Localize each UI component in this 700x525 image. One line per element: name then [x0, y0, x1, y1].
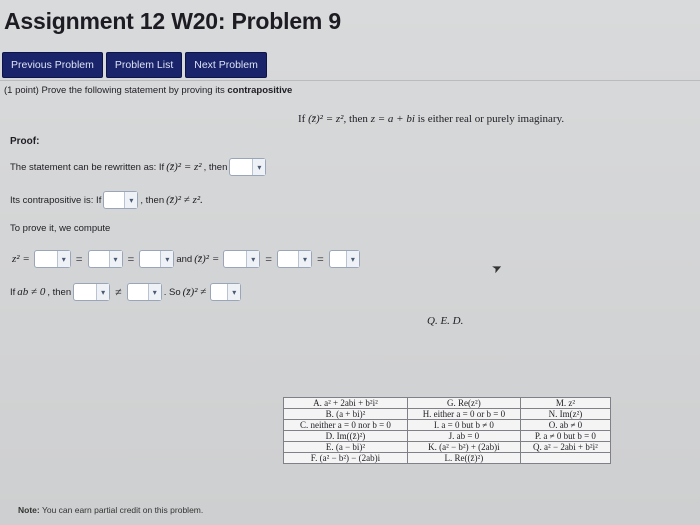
statement-then: then [348, 113, 368, 125]
chevron-down-icon: ▾ [124, 192, 138, 208]
not-equal-sign: ≠ [115, 284, 122, 299]
equals-sign: = [317, 251, 324, 266]
answer-choices-table: A. a² + 2abi + b²i² G. Re(z²) M. z² B. (a +… [283, 397, 612, 464]
problem-statement: If (z̄)² = z², then z = a + bi is either… [298, 113, 564, 125]
note-text: You can earn partial credit on this prob… [41, 505, 204, 515]
chevron-down-icon: ▾ [227, 284, 241, 300]
conclusion-then: , then [47, 286, 72, 298]
contrapositive-text: Its contrapositive is: If [10, 194, 102, 206]
choices-row: D. Im((z̄)²) J. ab = 0 P. a ≠ 0 but b = 0 [283, 430, 612, 442]
choice-cell: E. (a − bi)² [283, 441, 408, 453]
answer-dropdown-11[interactable]: ▾ [210, 283, 242, 301]
answer-dropdown-9[interactable]: ▾ [73, 283, 111, 301]
problem-list-button[interactable]: Problem List [105, 52, 183, 78]
answer-dropdown-2[interactable]: ▾ [103, 191, 139, 209]
choice-cell: K. (a² − b²) + (2ab)i [406, 441, 521, 453]
equals-sign: = [75, 251, 83, 266]
choice-cell: A. a² + 2abi + b²i² [283, 397, 408, 409]
choice-cell: L. Re((z̄)²) [406, 452, 521, 464]
choice-cell: C. neither a = 0 nor b = 0 [283, 419, 408, 431]
statement-rest: is either real or purely imaginary. [417, 113, 565, 125]
proof-heading: Proof: [10, 136, 40, 147]
proof-line-contrapositive: Its contrapositive is: If ▾ , then (z̄)²… [10, 191, 205, 209]
proof-line-compute: To prove it, we compute [10, 223, 110, 234]
choice-cell: H. either a = 0 or b = 0 [406, 408, 521, 420]
compute-text: To prove it, we compute [10, 223, 111, 234]
chevron-down-icon: ▾ [108, 251, 122, 267]
so-text: . So [163, 286, 181, 298]
mouse-cursor-icon: ➤ [489, 259, 505, 277]
chevron-down-icon: ▾ [96, 284, 110, 300]
chevron-down-icon: ▾ [345, 251, 359, 267]
points-text: (1 point) Prove the following statement … [4, 85, 225, 96]
choice-cell: I. a = 0 but b ≠ 0 [406, 419, 521, 431]
choices-row: A. a² + 2abi + b²i² G. Re(z²) M. z² [283, 397, 612, 409]
equals-sign: = [127, 251, 135, 266]
previous-problem-button[interactable]: Previous Problem [2, 52, 103, 78]
choice-cell: P. a ≠ 0 but b = 0 [519, 430, 612, 442]
choices-row: E. (a − bi)² K. (a² − b²) + (2ab)i Q. a² −… [283, 441, 612, 453]
choice-cell: J. ab = 0 [406, 430, 521, 442]
choice-cell: Q. a² − 2abi + b²i² [519, 441, 612, 453]
answer-dropdown-10[interactable]: ▾ [126, 283, 162, 301]
contrapositive-then: , then [140, 194, 165, 206]
contrapositive-equation: (z̄)² ≠ z². [166, 194, 203, 206]
answer-dropdown-5[interactable]: ▾ [139, 250, 175, 268]
ab-not-zero: ab ≠ 0 [17, 286, 46, 298]
choice-cell: N. Im(z²) [519, 408, 612, 420]
so-zbar-squared: (z̄)² ≠ [182, 286, 207, 298]
method-text: contrapositive [227, 85, 293, 96]
rewrite-equation: (z̄)² = z² [166, 161, 202, 173]
z-squared-label: z² = [12, 253, 30, 265]
choices-row: C. neither a = 0 nor b = 0 I. a = 0 but b… [283, 419, 612, 431]
choice-cell: O. ab ≠ 0 [519, 419, 612, 431]
answer-dropdown-6[interactable]: ▾ [223, 250, 261, 268]
statement-z: z = a + bi [370, 113, 415, 125]
statement-equation: (z̄)² = z², [308, 113, 347, 125]
answer-dropdown-1[interactable]: ▾ [229, 158, 267, 176]
chevron-down-icon: ▾ [160, 251, 174, 267]
statement-if: If [298, 113, 306, 125]
answer-dropdown-7[interactable]: ▾ [277, 250, 313, 268]
answer-dropdown-8[interactable]: ▾ [328, 250, 360, 268]
chevron-down-icon: ▾ [147, 284, 161, 300]
rewrite-then: , then [203, 161, 228, 173]
and-text: and [176, 253, 193, 265]
proof-line-conclusion: If ab ≠ 0 , then ▾ ≠ ▾ . So (z̄)² ≠ ▾ [10, 283, 243, 301]
answer-dropdown-4[interactable]: ▾ [87, 250, 123, 268]
note-label: Note: [18, 505, 40, 515]
choice-cell: B. (a + bi)² [283, 408, 408, 420]
answer-dropdown-3[interactable]: ▾ [33, 250, 71, 268]
choice-cell: G. Re(z²) [406, 397, 521, 409]
choices-row: B. (a + bi)² H. either a = 0 or b = 0 N. I… [283, 408, 612, 420]
rewrite-text: The statement can be rewritten as: If [10, 161, 165, 173]
equals-sign: = [265, 251, 273, 266]
choice-cell: M. z² [519, 397, 612, 409]
problem-nav: Previous Problem Problem List Next Probl… [2, 52, 267, 78]
footer-note: Note: You can earn partial credit on thi… [18, 505, 203, 515]
chevron-down-icon: ▾ [56, 251, 70, 267]
problem-intro: (1 point) Prove the following statement … [4, 85, 292, 96]
choice-cell: F. (a² − b²) − (2ab)i [283, 452, 408, 464]
proof-line-expansion: z² = ▾ = ▾ = ▾ and (z̄)² = ▾ = ▾ = ▾ [10, 250, 362, 268]
zbar-squared-label: (z̄)² = [194, 253, 220, 265]
chevron-down-icon: ▾ [298, 251, 312, 267]
chevron-down-icon: ▾ [246, 251, 260, 267]
chevron-down-icon: ▾ [252, 159, 266, 175]
divider [0, 80, 700, 81]
choice-cell [519, 452, 612, 464]
qed-text: Q. E. D. [427, 315, 464, 327]
page-title: Assignment 12 W20: Problem 9 [4, 8, 341, 34]
choice-cell: D. Im((z̄)²) [283, 430, 408, 442]
if-text: If [10, 286, 16, 298]
proof-line-rewrite: The statement can be rewritten as: If (z… [10, 158, 268, 176]
next-problem-button[interactable]: Next Problem [185, 52, 267, 78]
choices-row: F. (a² − b²) − (2ab)i L. Re((z̄)²) [283, 452, 612, 464]
